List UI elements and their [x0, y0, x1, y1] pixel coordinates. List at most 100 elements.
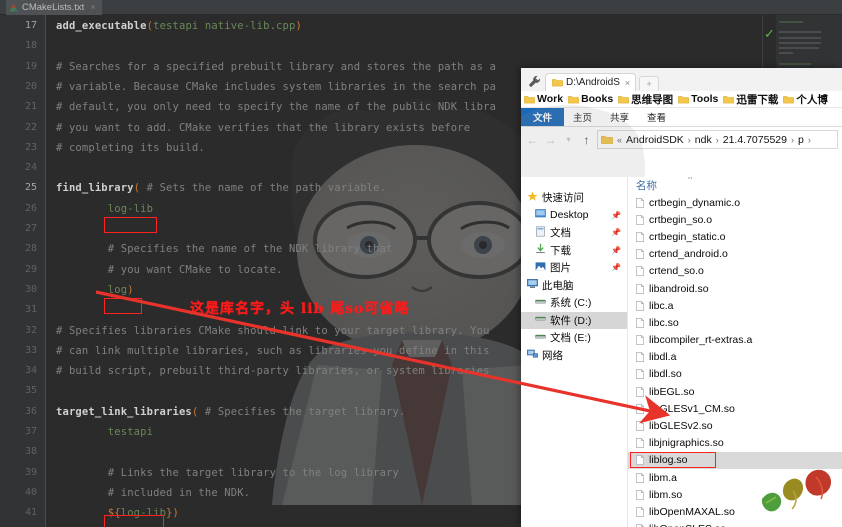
sidebar-item[interactable]: 网络 [521, 347, 627, 365]
bookmark-item[interactable]: Books [567, 93, 614, 105]
file-list-item[interactable]: libOpenSLES.so [628, 521, 842, 527]
code-line: # you want CMake to locate. [107, 263, 283, 276]
pin-icon[interactable]: 📌 [611, 211, 621, 220]
line-number: 17 [24, 20, 37, 31]
breadcrumb-separator[interactable]: › [807, 135, 812, 145]
file-list-item[interactable]: libc.so [628, 314, 842, 331]
chevron-down-icon[interactable]: ▾ [561, 135, 576, 144]
sidebar-item[interactable]: 文档 (E:) [521, 329, 627, 347]
sidebar-item-label: 网络 [542, 349, 563, 362]
sidebar-item-label: 图片 [550, 262, 571, 275]
explorer-tab-androidsdk[interactable]: D:\AndroidS × [545, 73, 637, 91]
file-icon [636, 335, 644, 345]
minimap-line [779, 21, 803, 23]
folder-icon [678, 95, 690, 103]
ribbon-tab[interactable]: 共享 [601, 108, 638, 126]
this-pc-icon [527, 278, 538, 292]
editor-gutter[interactable]: 17 18 19 20 21 22 23 24 25 26 27 28 29 30 31 32 33 34 35 36… [0, 15, 46, 527]
arrow-right-icon[interactable]: → [543, 133, 558, 147]
bookmark-item[interactable]: 思维导图 [617, 92, 674, 107]
bookmark-item[interactable]: Work [523, 93, 564, 105]
file-list-item[interactable]: crtend_android.o [628, 246, 842, 263]
breadcrumb-segment[interactable]: AndroidSDK [626, 134, 684, 146]
explorer-bookmarks-bar[interactable]: Work Books 思维导图 Tools 迅雷下载 个人博 [521, 91, 842, 108]
file-list-item[interactable]: libGLESv2.so [628, 417, 842, 434]
sidebar-item[interactable]: 下载 📌 [521, 242, 627, 260]
pin-icon[interactable]: 📌 [611, 263, 621, 272]
explorer-navigation-pane[interactable]: 快速访问 Desktop 📌 文档 📌 下载 📌 图片 📌 此电脑 系统 (C:) 软件 (D:) 文档… [521, 177, 628, 527]
sidebar-item[interactable]: 此电脑 [521, 277, 627, 295]
explorer-ribbon-tabs[interactable]: 文件 主页 共享 查看 [521, 108, 842, 127]
line-number: 33 [24, 344, 37, 356]
breadcrumb[interactable]: «AndroidSDK › ndk › 21.4.7075529 › p › [597, 130, 838, 149]
close-icon[interactable]: × [625, 78, 630, 88]
file-name: libEGL.so [649, 385, 695, 398]
folder-icon [552, 79, 563, 87]
file-list-item[interactable]: libdl.a [628, 349, 842, 366]
drive-icon [535, 331, 546, 345]
breadcrumb-segment[interactable]: p [798, 134, 804, 146]
file-list-item[interactable]: libcompiler_rt-extras.a [628, 332, 842, 349]
breadcrumb-separator[interactable]: › [715, 135, 720, 145]
file-name: libOpenSLES.so [649, 523, 726, 527]
bookmark-item[interactable]: 个人博 [782, 92, 829, 107]
breadcrumb-separator[interactable]: › [790, 135, 795, 145]
annotation-text: 这是库名字，头 lib 尾so可省略 [190, 301, 410, 317]
file-list-item[interactable]: crtbegin_so.o [628, 211, 842, 228]
pin-icon[interactable]: 📌 [611, 246, 621, 255]
sidebar-item[interactable]: 快速访问 [521, 189, 627, 207]
file-icon [636, 489, 644, 500]
file-icon [636, 507, 644, 517]
sidebar-item-label: 快速访问 [542, 192, 584, 205]
breadcrumb-separator[interactable]: › [687, 135, 692, 145]
line-number: 38 [24, 446, 37, 458]
explorer-address-bar[interactable]: ← → ▾ ↑ «AndroidSDK › ndk › 21.4.7075529 › p › [521, 127, 842, 152]
sidebar-item[interactable]: Desktop 📌 [521, 207, 627, 225]
file-explorer-window: D:\AndroidS × + Work Books 思维导图 Tools 迅雷下载 个人… [521, 68, 842, 527]
column-header-name[interactable]: 名称 ^ [628, 177, 842, 194]
ribbon-tab[interactable]: 主页 [564, 108, 601, 126]
file-icon [636, 214, 644, 225]
folder-icon [618, 95, 630, 103]
file-icon [636, 472, 644, 483]
file-list-item[interactable]: libjnigraphics.so [628, 435, 842, 452]
explorer-tab-label: D:\AndroidS [566, 77, 620, 88]
sidebar-item[interactable]: 软件 (D:) [521, 311, 627, 329]
editor-tab-cmakelists[interactable]: CMakeLists.txt × [6, 0, 102, 15]
line-number: 24 [24, 162, 37, 174]
line-number: 35 [24, 385, 37, 397]
file-list-item[interactable]: crtend_so.o [628, 263, 842, 280]
bookmark-item[interactable]: Tools [677, 93, 719, 105]
code-line: add_executable(testapi native-lib.cpp) [56, 20, 302, 32]
breadcrumb-prefix: « [617, 134, 623, 145]
bookmark-item[interactable]: 迅雷下载 [722, 92, 779, 107]
file-list-item[interactable]: libdl.so [628, 366, 842, 383]
breadcrumb-segment[interactable]: 21.4.7075529 [723, 134, 787, 146]
file-list-item[interactable]: crtbegin_static.o [628, 228, 842, 245]
arrow-left-icon[interactable]: ← [525, 133, 540, 147]
breadcrumb-segment[interactable]: ndk [695, 134, 712, 146]
file-list-item[interactable]: libandroid.so [628, 280, 842, 297]
code-line: # Specifies libraries CMake should link … [56, 324, 490, 337]
file-list-item[interactable]: libGLESv1_CM.so [628, 400, 842, 417]
line-number: 25 [24, 182, 37, 194]
sidebar-item[interactable]: 文档 📌 [521, 224, 627, 242]
ribbon-tab[interactable]: 查看 [638, 108, 675, 126]
line-number: 39 [24, 466, 37, 478]
arrow-up-icon[interactable]: ↑ [579, 133, 594, 147]
pin-icon[interactable]: 📌 [611, 228, 621, 237]
file-list-item[interactable]: libc.a [628, 297, 842, 314]
decorative-leaves [761, 469, 832, 512]
file-list-item[interactable]: libEGL.so [628, 383, 842, 400]
new-tab-button[interactable]: + [639, 76, 660, 90]
close-icon[interactable]: × [90, 3, 95, 12]
sidebar-item[interactable]: 系统 (C:) [521, 294, 627, 312]
file-list-item[interactable]: crtbegin_dynamic.o [628, 194, 842, 211]
sidebar-item[interactable]: 图片 📌 [521, 259, 627, 277]
explorer-titlebar[interactable]: D:\AndroidS × + [521, 68, 842, 91]
ribbon-tab[interactable]: 文件 [521, 108, 565, 126]
code-line: # Links the target library to the log li… [107, 466, 399, 479]
code-line: # can link multiple libraries, such as l… [56, 344, 490, 357]
file-icon [636, 318, 644, 328]
wrench-icon[interactable] [525, 71, 543, 91]
